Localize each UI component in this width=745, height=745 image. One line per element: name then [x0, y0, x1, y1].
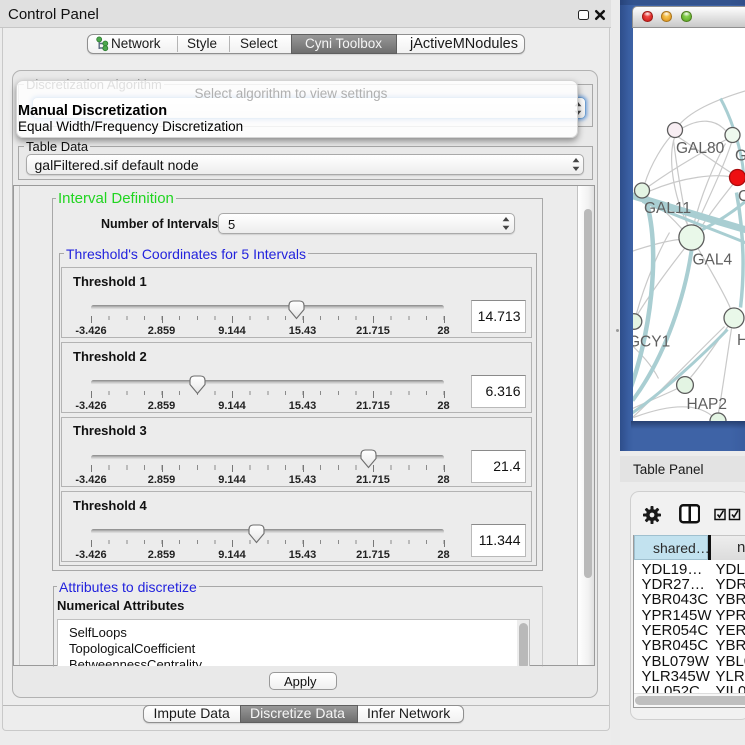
svg-text:GAL4: GAL4: [692, 251, 732, 268]
svg-text:GAL3: GAL3: [735, 147, 745, 164]
svg-text:GCY1: GCY1: [633, 333, 670, 350]
svg-text:HIS: HIS: [737, 332, 745, 349]
svg-text:HAP2: HAP2: [686, 396, 727, 413]
svg-text:GAL80: GAL80: [676, 140, 725, 157]
svg-text:GAL11: GAL11: [644, 200, 691, 217]
svg-text:CDC: CDC: [738, 188, 745, 205]
